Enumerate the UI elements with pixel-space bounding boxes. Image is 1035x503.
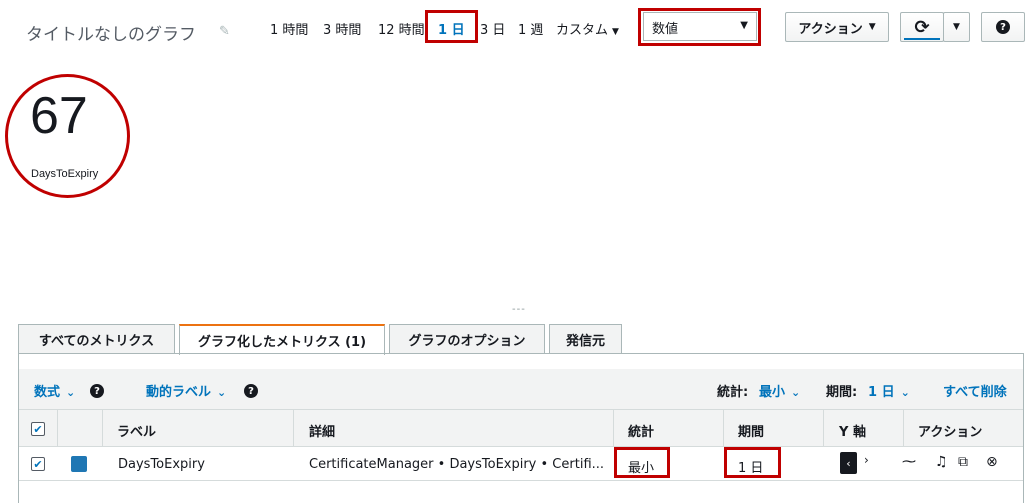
refresh-icon: ⟳ <box>914 16 930 38</box>
caret-down-icon: ▼ <box>953 22 960 32</box>
time-range-1w[interactable]: 1 週 <box>518 19 543 38</box>
row-label[interactable]: DaysToExpiry <box>118 457 205 472</box>
remove-icon[interactable]: ⊗ <box>986 454 998 470</box>
time-range-3h[interactable]: 3 時間 <box>323 19 361 38</box>
dynamic-label-text: 動的ラベル <box>146 385 212 400</box>
series-color-swatch[interactable] <box>71 456 87 472</box>
tab-graphed-metrics[interactable]: グラフ化したメトリクス (1) <box>179 324 385 355</box>
row-separator <box>19 480 1023 481</box>
delete-all-link[interactable]: すべて削除 <box>943 381 1007 400</box>
bell-icon[interactable]: ♫ <box>935 454 948 470</box>
duplicate-icon[interactable]: ⧉ <box>958 454 968 470</box>
caret-down-icon: ▼ <box>612 27 619 37</box>
math-label: 数式 <box>34 385 61 400</box>
chevron-down-icon: ⌄ <box>900 386 910 399</box>
column-header-actions[interactable]: アクション <box>918 421 982 440</box>
row-details: CertificateManager • DaysToExpiry • Cert… <box>309 457 605 472</box>
stat-dropdown[interactable]: 最小 ⌄ <box>759 381 800 400</box>
row-checkbox[interactable]: ✔ <box>31 457 45 471</box>
tab-source[interactable]: 発信元 <box>549 324 622 354</box>
time-range-custom-label: カスタム <box>556 23 609 38</box>
period-label: 期間: <box>826 385 858 400</box>
time-range-12h[interactable]: 12 時間 <box>378 19 425 38</box>
column-header-details[interactable]: 詳細 <box>309 421 335 440</box>
chevron-down-icon: ⌄ <box>217 386 227 399</box>
graph-title[interactable]: タイトルなしのグラフ <box>26 20 196 45</box>
column-divider <box>57 410 58 447</box>
stat-value: 最小 <box>759 385 786 400</box>
y-axis-left-button[interactable]: ‹ <box>840 452 857 474</box>
column-divider <box>823 410 824 447</box>
math-expression-dropdown[interactable]: 数式 ⌄ <box>34 381 75 400</box>
time-range-3d[interactable]: 3 日 <box>480 19 505 38</box>
column-divider <box>102 410 103 447</box>
column-header-period[interactable]: 期間 <box>738 421 764 440</box>
stat-cell-highlight <box>614 447 670 478</box>
column-header-stat[interactable]: 統計 <box>628 421 654 440</box>
panel-resize-handle[interactable]: --- <box>512 304 526 315</box>
actions-button-label: アクション <box>798 21 863 37</box>
help-button[interactable]: ? <box>981 12 1025 42</box>
caret-down-icon: ▼ <box>868 22 876 32</box>
column-divider <box>903 410 904 447</box>
chevron-down-icon: ⌄ <box>66 386 76 399</box>
column-divider <box>613 410 614 447</box>
edit-pencil-icon[interactable]: ✎ <box>219 24 230 39</box>
create-alarm-icon[interactable]: ⁓ <box>902 454 916 470</box>
period-value: 1 日 <box>868 385 895 400</box>
period-dropdown[interactable]: 1 日 ⌄ <box>868 381 910 400</box>
metric-value: 67 <box>30 87 88 145</box>
time-range-highlight <box>425 10 478 43</box>
time-range-1h[interactable]: 1 時間 <box>270 19 308 38</box>
help-icon: ? <box>996 20 1010 34</box>
table-header <box>19 409 1023 447</box>
stat-label: 統計: <box>717 385 749 400</box>
dynamic-label-dropdown[interactable]: 動的ラベル ⌄ <box>146 381 226 400</box>
refresh-underline <box>904 38 940 40</box>
help-icon[interactable]: ? <box>244 384 258 398</box>
tab-graph-options[interactable]: グラフのオプション <box>389 324 545 354</box>
refresh-interval-dropdown[interactable]: ▼ <box>943 12 970 42</box>
help-icon[interactable]: ? <box>90 384 104 398</box>
period-cell-highlight <box>724 447 781 478</box>
column-divider <box>293 410 294 447</box>
y-axis-right-button[interactable]: › <box>864 453 869 467</box>
column-divider <box>723 410 724 447</box>
tab-all-metrics[interactable]: すべてのメトリクス <box>18 324 175 354</box>
column-header-y-axis[interactable]: Y 軸 <box>839 421 866 440</box>
chevron-down-icon: ⌄ <box>791 386 801 399</box>
time-range-custom[interactable]: カスタム ▼ <box>556 19 619 38</box>
actions-button[interactable]: アクション ▼ <box>785 12 889 42</box>
metric-name: DaysToExpiry <box>31 168 99 180</box>
view-select-highlight <box>638 8 761 46</box>
select-all-checkbox[interactable]: ✔ <box>31 422 45 436</box>
column-header-label[interactable]: ラベル <box>117 421 156 440</box>
